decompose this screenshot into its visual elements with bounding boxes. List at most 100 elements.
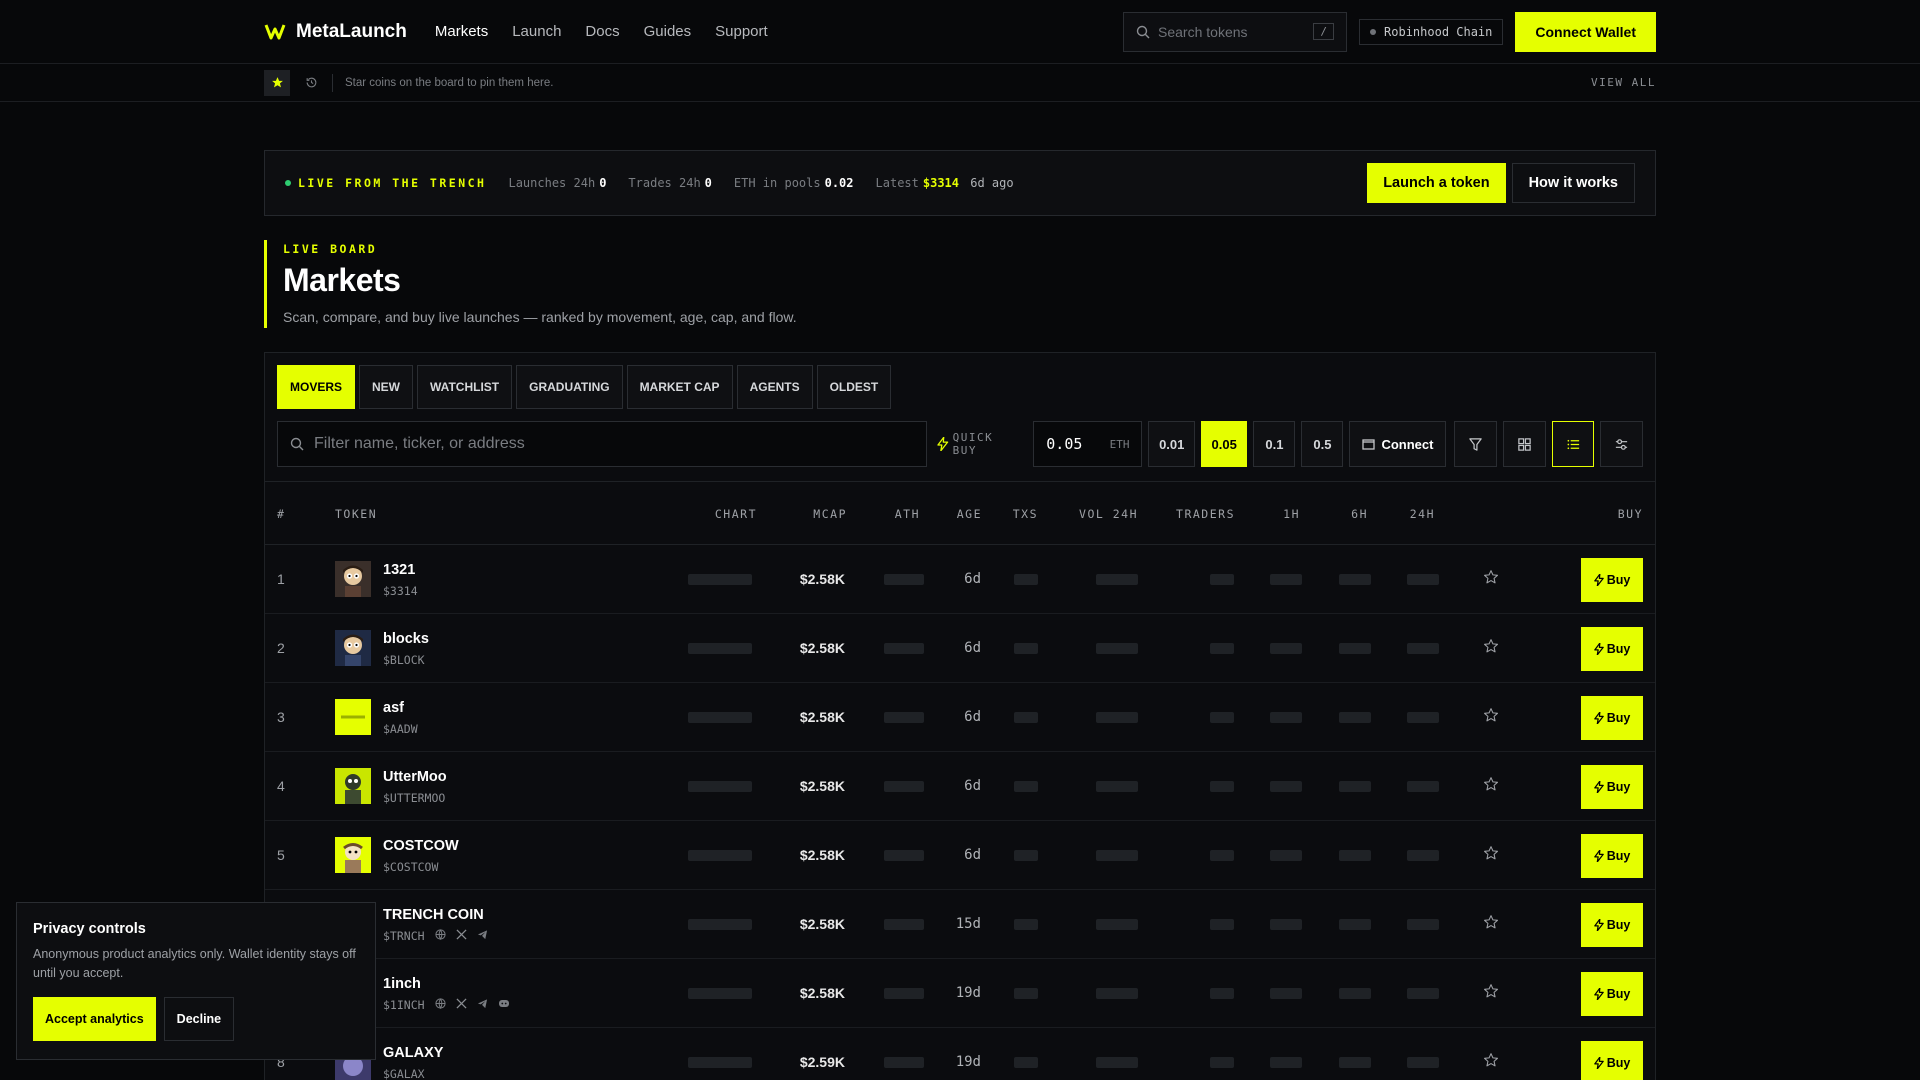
filter-button[interactable] bbox=[1454, 421, 1498, 467]
col-chart[interactable]: CHART bbox=[715, 507, 757, 521]
buy-button[interactable]: Buy bbox=[1581, 972, 1643, 1016]
table-row[interactable]: 1 1321 $3314 $2.58K 6d Buy bbox=[265, 545, 1655, 614]
watchlist-star[interactable] bbox=[1483, 983, 1499, 1004]
launch-token-button[interactable]: Launch a token bbox=[1367, 163, 1506, 203]
col-mcap[interactable]: MCAP bbox=[813, 507, 847, 521]
preset-0-5[interactable]: 0.5 bbox=[1301, 421, 1344, 467]
table-row[interactable]: 4 UtterMoo $UTTERMOO $2.58K 6d Buy bbox=[265, 752, 1655, 821]
table-row[interactable]: 8 GALAXY $GALAX $2.59K 19d Buy bbox=[265, 1028, 1655, 1080]
latest-ticker[interactable]: $3314 bbox=[923, 176, 959, 190]
watchlist-star[interactable] bbox=[1483, 1052, 1499, 1073]
col-rank[interactable]: # bbox=[277, 507, 285, 521]
watchlist-star[interactable] bbox=[1483, 638, 1499, 659]
preset-0-05[interactable]: 0.05 bbox=[1200, 421, 1248, 467]
accept-analytics-button[interactable]: Accept analytics bbox=[33, 997, 156, 1041]
change-6h-placeholder bbox=[1339, 643, 1371, 654]
col-ath[interactable]: ATH bbox=[895, 507, 920, 521]
globe-icon[interactable] bbox=[435, 996, 446, 1014]
token-search-input[interactable]: Search tokens / bbox=[1123, 11, 1348, 52]
telegram-icon[interactable] bbox=[477, 996, 488, 1014]
connect-button[interactable]: Connect bbox=[1349, 421, 1447, 467]
buy-button[interactable]: Buy bbox=[1581, 765, 1643, 809]
col-age[interactable]: AGE bbox=[957, 507, 982, 521]
preset-0-1[interactable]: 0.1 bbox=[1253, 421, 1296, 467]
col-traders[interactable]: TRADERS bbox=[1176, 507, 1235, 521]
col-24h[interactable]: 24H bbox=[1410, 507, 1435, 521]
table-row[interactable]: 71inch$1INCH$2.58K19dBuy bbox=[265, 959, 1655, 1028]
tab-oldest[interactable]: OLDEST bbox=[816, 365, 892, 409]
view-all-link[interactable]: VIEW ALL bbox=[1591, 76, 1656, 89]
preset-0-01[interactable]: 0.01 bbox=[1148, 421, 1195, 467]
token-age: 6d bbox=[964, 571, 981, 587]
quick-buy-label: QUICK BUY bbox=[937, 431, 1023, 457]
nav-support[interactable]: Support bbox=[715, 23, 768, 40]
table-row[interactable]: 5 COSTCOW $COSTCOW $2.58K 6d Buy bbox=[265, 821, 1655, 890]
star-filled-icon bbox=[271, 77, 283, 88]
chart-placeholder bbox=[688, 1057, 752, 1068]
decline-button[interactable]: Decline bbox=[163, 997, 235, 1041]
settings-button[interactable] bbox=[1600, 421, 1643, 467]
token-avatar bbox=[335, 768, 371, 804]
tab-agents[interactable]: AGENTS bbox=[736, 365, 813, 409]
tab-graduating[interactable]: GRADUATING bbox=[516, 365, 623, 409]
x-icon[interactable] bbox=[456, 927, 467, 945]
tab-new[interactable]: NEW bbox=[359, 365, 414, 409]
connect-wallet-button[interactable]: Connect Wallet bbox=[1515, 11, 1656, 52]
buy-button[interactable]: Buy bbox=[1581, 834, 1643, 878]
token-name[interactable]: UtterMoo bbox=[383, 769, 447, 785]
x-icon[interactable] bbox=[456, 996, 467, 1014]
token-name[interactable]: GALAXY bbox=[383, 1045, 443, 1061]
row-rank: 2 bbox=[277, 640, 285, 656]
chain-selector[interactable]: Robinhood Chain bbox=[1359, 18, 1504, 45]
watchlist-star[interactable] bbox=[1483, 776, 1499, 797]
filter-input[interactable]: Filter name, ticker, or address bbox=[277, 421, 928, 467]
token-ticker: $TRNCH bbox=[383, 929, 425, 943]
token-name[interactable]: blocks bbox=[383, 631, 429, 647]
buy-button[interactable]: Buy bbox=[1581, 696, 1643, 740]
bolt-icon bbox=[1593, 643, 1604, 655]
col-token[interactable]: TOKEN bbox=[335, 507, 377, 521]
watchlist-star[interactable] bbox=[1483, 569, 1499, 590]
how-it-works-button[interactable]: How it works bbox=[1511, 163, 1635, 203]
trades-label: Trades 24h bbox=[628, 176, 701, 190]
token-name[interactable]: COSTCOW bbox=[383, 838, 459, 854]
watchlist-star[interactable] bbox=[1483, 707, 1499, 728]
pinned-tab[interactable] bbox=[264, 69, 290, 96]
tab-market-cap[interactable]: MARKET CAP bbox=[626, 365, 733, 409]
token-name[interactable]: 1inch bbox=[383, 976, 421, 992]
nav-markets[interactable]: Markets bbox=[435, 23, 488, 40]
buy-button[interactable]: Buy bbox=[1581, 903, 1643, 947]
token-name[interactable]: 1321 bbox=[383, 562, 415, 578]
table-row[interactable]: 3 asf $AADW $2.58K 6d Buy bbox=[265, 683, 1655, 752]
watchlist-star[interactable] bbox=[1483, 845, 1499, 866]
discord-icon[interactable] bbox=[498, 996, 510, 1014]
token-name[interactable]: asf bbox=[383, 700, 404, 716]
brand[interactable]: MetaLaunch bbox=[264, 21, 407, 43]
history-tab[interactable] bbox=[298, 70, 324, 96]
tab-movers[interactable]: MOVERS bbox=[277, 365, 356, 409]
table-row[interactable]: 2 blocks $BLOCK $2.58K 6d Buy bbox=[265, 614, 1655, 683]
buy-button[interactable]: Buy bbox=[1581, 627, 1643, 671]
nav-docs[interactable]: Docs bbox=[585, 23, 619, 40]
col-vol-24h[interactable]: VOL 24H bbox=[1079, 507, 1138, 521]
token-name[interactable]: TRENCH COIN bbox=[383, 907, 484, 923]
table-row[interactable]: 6TRENCH COIN$TRNCH$2.58K15dBuy bbox=[265, 890, 1655, 959]
col-txs[interactable]: TXS bbox=[1013, 507, 1038, 521]
nav-guides[interactable]: Guides bbox=[644, 23, 692, 40]
list-view-button[interactable] bbox=[1551, 421, 1595, 467]
chart-placeholder bbox=[688, 781, 752, 792]
buy-button[interactable]: Buy bbox=[1581, 1041, 1643, 1080]
watchlist-star[interactable] bbox=[1483, 914, 1499, 935]
grid-view-button[interactable] bbox=[1503, 421, 1546, 467]
change-6h-placeholder bbox=[1339, 712, 1371, 723]
quick-buy-amount-input[interactable]: 0.05 ETH bbox=[1033, 421, 1143, 467]
telegram-icon[interactable] bbox=[477, 927, 488, 945]
nav-launch[interactable]: Launch bbox=[512, 23, 561, 40]
col-1h[interactable]: 1H bbox=[1283, 507, 1300, 521]
col-6h[interactable]: 6H bbox=[1351, 507, 1368, 521]
globe-icon[interactable] bbox=[435, 927, 446, 945]
tab-watchlist[interactable]: WATCHLIST bbox=[417, 365, 513, 409]
eth-label: ETH in pools bbox=[733, 176, 821, 190]
txs-placeholder bbox=[1014, 574, 1038, 585]
buy-button[interactable]: Buy bbox=[1581, 558, 1643, 602]
